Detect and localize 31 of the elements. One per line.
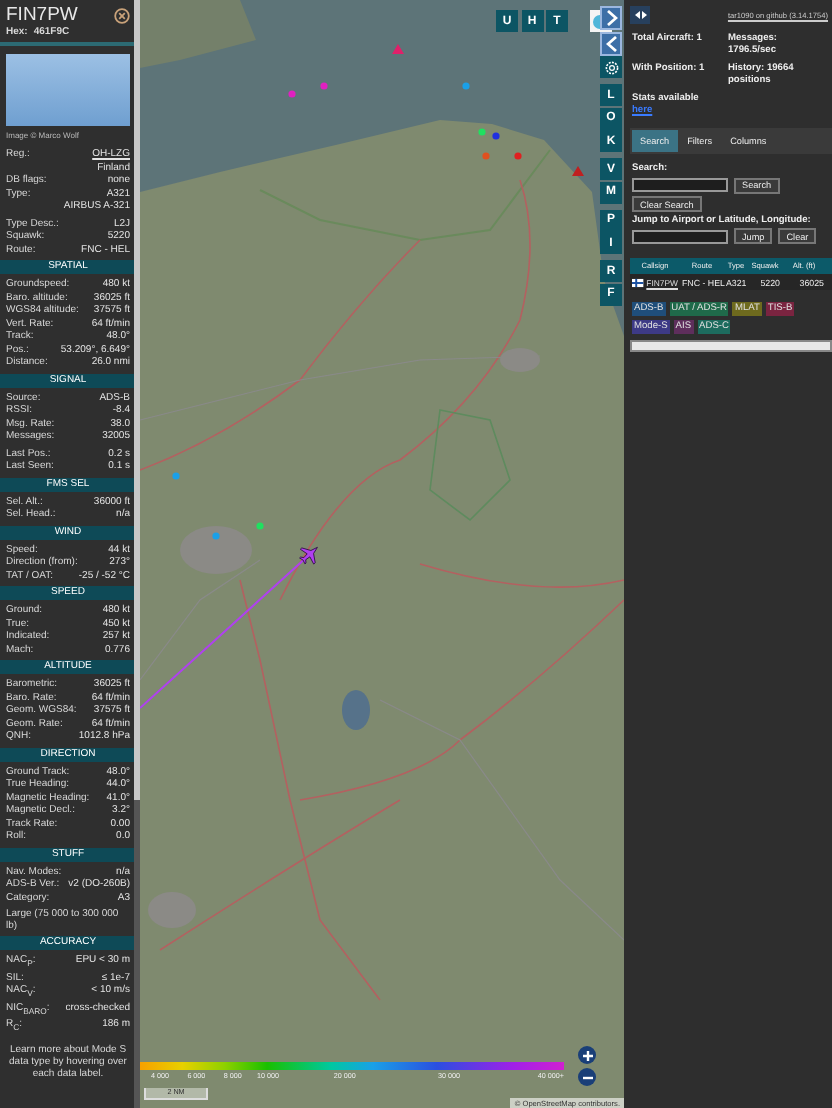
position-marker[interactable] [572, 166, 584, 176]
flag-icon [632, 277, 644, 287]
search-field[interactable] [632, 178, 728, 192]
position-marker[interactable] [478, 128, 486, 136]
aircraft-callsign: FIN7PW [6, 4, 78, 26]
chevron-right-icon [605, 10, 617, 26]
arrows-icon [633, 10, 647, 20]
jump-field[interactable] [632, 229, 728, 243]
photo-placeholder [6, 54, 130, 126]
collapse-button[interactable] [600, 31, 622, 55]
close-icon[interactable] [114, 8, 130, 24]
position-marker[interactable] [392, 44, 404, 54]
gear-icon [603, 59, 619, 75]
horizontal-scrollbar[interactable] [630, 340, 832, 352]
position-marker[interactable] [256, 522, 264, 530]
position-marker[interactable] [172, 472, 180, 480]
position-marker[interactable] [482, 152, 490, 160]
position-marker[interactable] [212, 532, 220, 540]
position-marker[interactable] [462, 82, 470, 90]
expand-button[interactable] [600, 6, 622, 30]
position-marker[interactable] [514, 152, 522, 160]
position-marker[interactable] [288, 90, 296, 98]
minus-icon [581, 1071, 593, 1083]
settings-button[interactable] [600, 56, 622, 78]
scrollbar[interactable] [134, 0, 140, 1108]
position-marker[interactable] [492, 132, 500, 140]
position-marker[interactable] [320, 82, 328, 90]
aircraft-icon[interactable] [299, 546, 318, 565]
chevron-left-icon [605, 35, 617, 51]
plus-icon [581, 1049, 593, 1061]
panel-toggle-button[interactable] [630, 6, 650, 24]
